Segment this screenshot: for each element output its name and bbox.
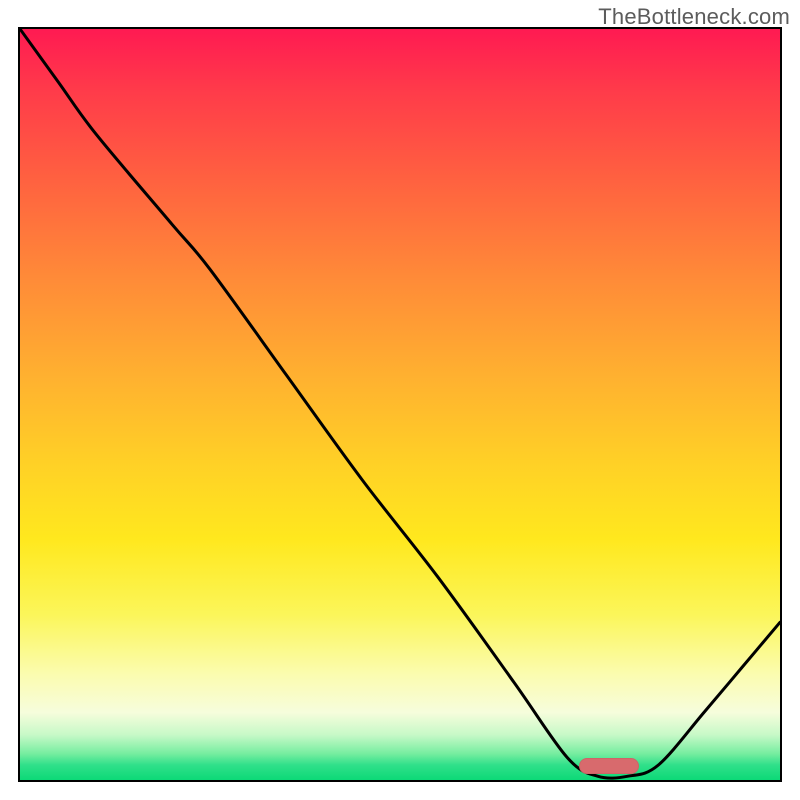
bottleneck-curve (20, 29, 780, 780)
watermark-text: TheBottleneck.com (598, 4, 790, 30)
optimal-range-marker (579, 758, 640, 774)
plot-frame (18, 27, 782, 782)
chart-container: TheBottleneck.com (0, 0, 800, 800)
